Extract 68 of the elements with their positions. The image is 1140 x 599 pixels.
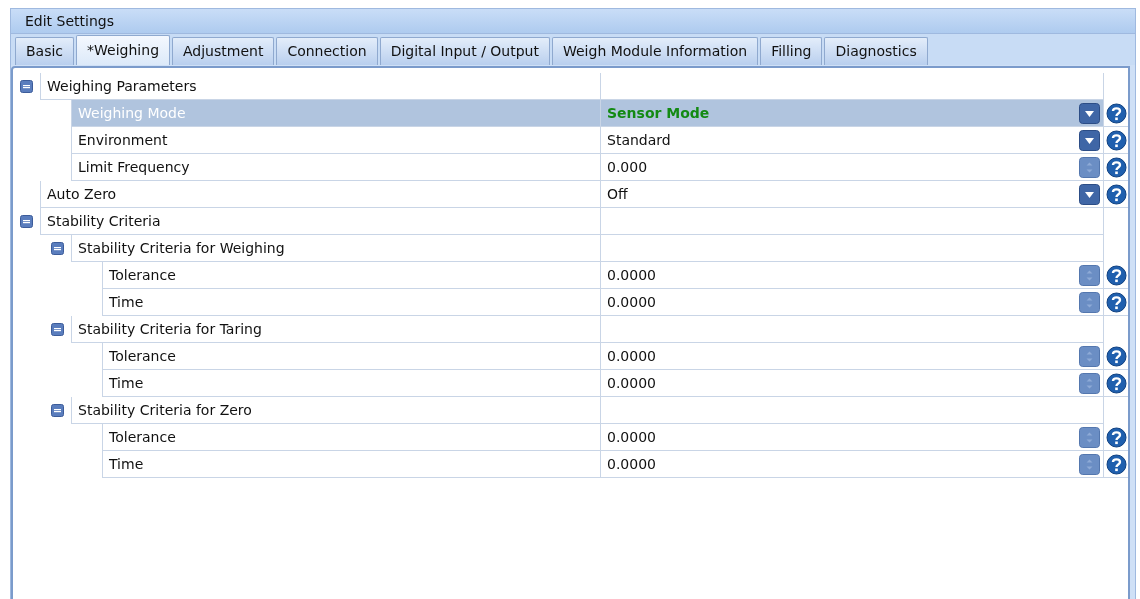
property-row[interactable]: Time <box>102 451 600 478</box>
property-label: Time <box>109 456 144 472</box>
property-row[interactable]: Time <box>102 370 600 397</box>
help-icon[interactable] <box>1105 372 1127 394</box>
property-label: Limit Frequency <box>78 159 190 175</box>
help-icon[interactable] <box>1105 129 1127 151</box>
spinner-button[interactable] <box>1079 372 1100 394</box>
property-value: Off <box>607 186 628 202</box>
dropdown-button[interactable] <box>1079 129 1100 151</box>
property-value: 0.0000 <box>607 375 656 391</box>
property-row[interactable]: Tolerance <box>102 262 600 289</box>
dropdown-button[interactable] <box>1079 183 1100 205</box>
property-label: Tolerance <box>109 348 176 364</box>
help-icon[interactable] <box>1105 183 1127 205</box>
property-row[interactable]: Time <box>102 289 600 316</box>
property-row[interactable]: Tolerance <box>102 343 600 370</box>
property-value: 0.0000 <box>607 294 656 310</box>
property-label: Auto Zero <box>47 186 117 202</box>
tab[interactable]: Weigh Module Information <box>552 37 759 65</box>
property-label: Weighing Mode <box>78 105 186 121</box>
tab[interactable]: Digital Input / Output <box>379 37 550 65</box>
property-value: 0.0000 <box>607 456 656 472</box>
property-value: 0.0000 <box>607 267 656 283</box>
help-icon[interactable] <box>1105 291 1127 313</box>
help-icon[interactable] <box>1105 426 1127 448</box>
tab[interactable]: Adjustment <box>172 37 275 65</box>
help-icon[interactable] <box>1105 102 1127 124</box>
property-value: Standard <box>607 132 671 148</box>
tab[interactable]: Connection <box>276 37 378 65</box>
property-label: Environment <box>78 132 168 148</box>
property-row[interactable]: Limit Frequency <box>71 154 600 181</box>
collapse-icon[interactable] <box>51 242 64 255</box>
property-value: Sensor Mode <box>607 105 710 121</box>
tab[interactable]: Basic <box>15 37 75 65</box>
category-label: Stability Criteria <box>47 213 161 229</box>
help-icon[interactable] <box>1105 453 1127 475</box>
property-label: Time <box>109 375 144 391</box>
spinner-button[interactable] <box>1079 426 1100 448</box>
property-value: 0.0000 <box>607 348 656 364</box>
spinner-button[interactable] <box>1079 264 1100 286</box>
dropdown-button[interactable] <box>1079 102 1100 124</box>
spinner-button[interactable] <box>1079 345 1100 367</box>
category-label: Stability Criteria for Weighing <box>78 240 285 256</box>
property-row[interactable]: Auto Zero <box>40 181 600 208</box>
spinner-button[interactable] <box>1079 156 1100 178</box>
collapse-icon[interactable] <box>51 404 64 417</box>
tab[interactable]: *Weighing <box>76 35 170 65</box>
help-icon[interactable] <box>1105 156 1127 178</box>
property-label: Tolerance <box>109 429 176 445</box>
category-label: Stability Criteria for Taring <box>78 321 262 337</box>
category-label: Stability Criteria for Zero <box>78 402 252 418</box>
collapse-icon[interactable] <box>51 323 64 336</box>
help-icon[interactable] <box>1105 345 1127 367</box>
tab[interactable]: Filling <box>760 37 823 65</box>
property-label: Tolerance <box>109 267 176 283</box>
property-row[interactable]: Environment <box>71 127 600 154</box>
category-label: Weighing Parameters <box>47 78 197 94</box>
spinner-button[interactable] <box>1079 453 1100 475</box>
tab[interactable]: Diagnostics <box>824 37 928 65</box>
property-value: 0.0000 <box>607 429 656 445</box>
spinner-button[interactable] <box>1079 291 1100 313</box>
window-title: Edit Settings <box>11 9 1135 34</box>
property-row[interactable]: Tolerance <box>102 424 600 451</box>
collapse-icon[interactable] <box>20 215 33 228</box>
help-icon[interactable] <box>1105 264 1127 286</box>
property-value: 0.000 <box>607 159 648 175</box>
collapse-icon[interactable] <box>20 80 33 93</box>
property-label: Time <box>109 294 144 310</box>
